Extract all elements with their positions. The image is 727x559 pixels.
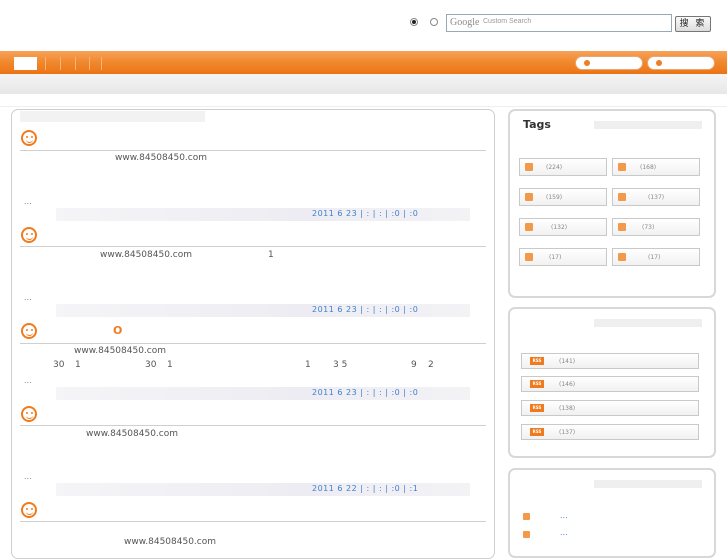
post-title[interactable]: O	[113, 324, 122, 337]
smiley-icon	[21, 502, 37, 518]
nav-pill-button-2[interactable]	[647, 56, 715, 70]
rss-feed-row[interactable]: RSS (146)	[521, 376, 699, 392]
nav-separator	[89, 57, 90, 70]
tag-icon	[618, 223, 626, 231]
tag-item[interactable]: (132)	[519, 218, 607, 236]
smiley-icon	[21, 227, 37, 243]
search-scope-radio-site[interactable]	[410, 18, 418, 26]
post-body-url: www.84508450.com	[74, 346, 167, 356]
post-body-num: 1	[167, 360, 173, 370]
rss-icon: RSS	[530, 357, 544, 365]
nav-separator	[45, 57, 46, 70]
rss-feed-row[interactable]: RSS (138)	[521, 400, 699, 416]
post-body-url: www.84508450.com	[115, 153, 208, 163]
smiley-icon	[21, 406, 37, 422]
bullet-icon	[523, 531, 530, 538]
nav-separator	[60, 57, 61, 70]
rss-feed-row[interactable]: RSS (137)	[521, 424, 699, 440]
search-placeholder: Custom Search	[483, 18, 532, 25]
smiley-icon	[21, 323, 37, 339]
post-divider	[20, 343, 486, 344]
post-body-num: 30	[145, 360, 157, 370]
post-body-num: 1	[305, 360, 311, 370]
bullet-icon	[523, 513, 530, 520]
search-input[interactable]	[446, 14, 672, 32]
nav-separator	[75, 57, 76, 70]
sub-nav-bar	[0, 74, 727, 94]
tag-icon	[525, 253, 533, 261]
tag-icon	[618, 253, 626, 261]
tag-item[interactable]: (17)	[612, 248, 700, 266]
tag-item[interactable]: (224)	[519, 158, 607, 176]
post-body-num: 1	[75, 360, 81, 370]
tag-item[interactable]: (17)	[519, 248, 607, 266]
read-more-link[interactable]: ...	[24, 293, 32, 302]
rss-icon: RSS	[530, 404, 544, 412]
tag-item[interactable]: (137)	[612, 188, 700, 206]
tag-icon	[525, 193, 533, 201]
post-meta: 2011 6 23 | : | : | :0 | :0	[312, 305, 419, 314]
read-more-link[interactable]: ...	[24, 376, 32, 385]
post-body-num: 2	[428, 360, 434, 370]
panel-header-strip	[594, 480, 702, 488]
bullet-icon	[584, 60, 590, 66]
smiley-icon	[21, 130, 37, 146]
tag-item[interactable]: (73)	[612, 218, 700, 236]
nav-pill-button-1[interactable]	[575, 56, 643, 70]
post-divider	[20, 521, 486, 522]
google-logo: Google	[450, 17, 480, 28]
rss-icon: RSS	[530, 428, 544, 436]
post-body-url: www.84508450.com	[86, 429, 179, 439]
post-body-url: www.84508450.com	[124, 537, 217, 547]
tag-icon	[525, 163, 533, 171]
read-more-link[interactable]: ...	[24, 197, 32, 206]
read-more-link[interactable]: ...	[24, 472, 32, 481]
panel-header-strip	[594, 319, 702, 327]
post-meta: 2011 6 23 | : | : | :0 | :0	[312, 209, 419, 218]
post-meta: 2011 6 22 | : | : | :0 | :1	[312, 484, 419, 493]
panel-header-strip	[20, 111, 205, 122]
divider	[0, 106, 727, 107]
tag-item[interactable]: (168)	[612, 158, 700, 176]
post-divider	[20, 246, 486, 247]
bullet-icon	[656, 60, 662, 66]
post-body-url: www.84508450.com	[100, 250, 193, 260]
post-divider	[20, 150, 486, 151]
tags-title: Tags	[523, 118, 551, 131]
nav-separator	[101, 57, 102, 70]
tag-icon	[618, 193, 626, 201]
nav-item-home[interactable]	[14, 57, 37, 70]
sidebar-link[interactable]: ...	[560, 511, 568, 520]
post-divider	[20, 425, 486, 426]
post-body-num: 30	[53, 360, 65, 370]
panel-header-strip	[594, 121, 702, 129]
post-body-num: 3 5	[333, 360, 348, 370]
search-button[interactable]: 搜 索	[675, 16, 711, 32]
post-body-num: 9	[411, 360, 417, 370]
sidebar-link[interactable]: ...	[560, 528, 568, 537]
search-scope-radio-web[interactable]	[430, 18, 438, 26]
tag-item[interactable]: (159)	[519, 188, 607, 206]
rss-feed-row[interactable]: RSS (141)	[521, 353, 699, 369]
post-body-text: 1	[268, 250, 274, 260]
rss-icon: RSS	[530, 380, 544, 388]
tag-icon	[525, 223, 533, 231]
tag-icon	[618, 163, 626, 171]
post-meta: 2011 6 23 | : | : | :0 | :0	[312, 388, 419, 397]
